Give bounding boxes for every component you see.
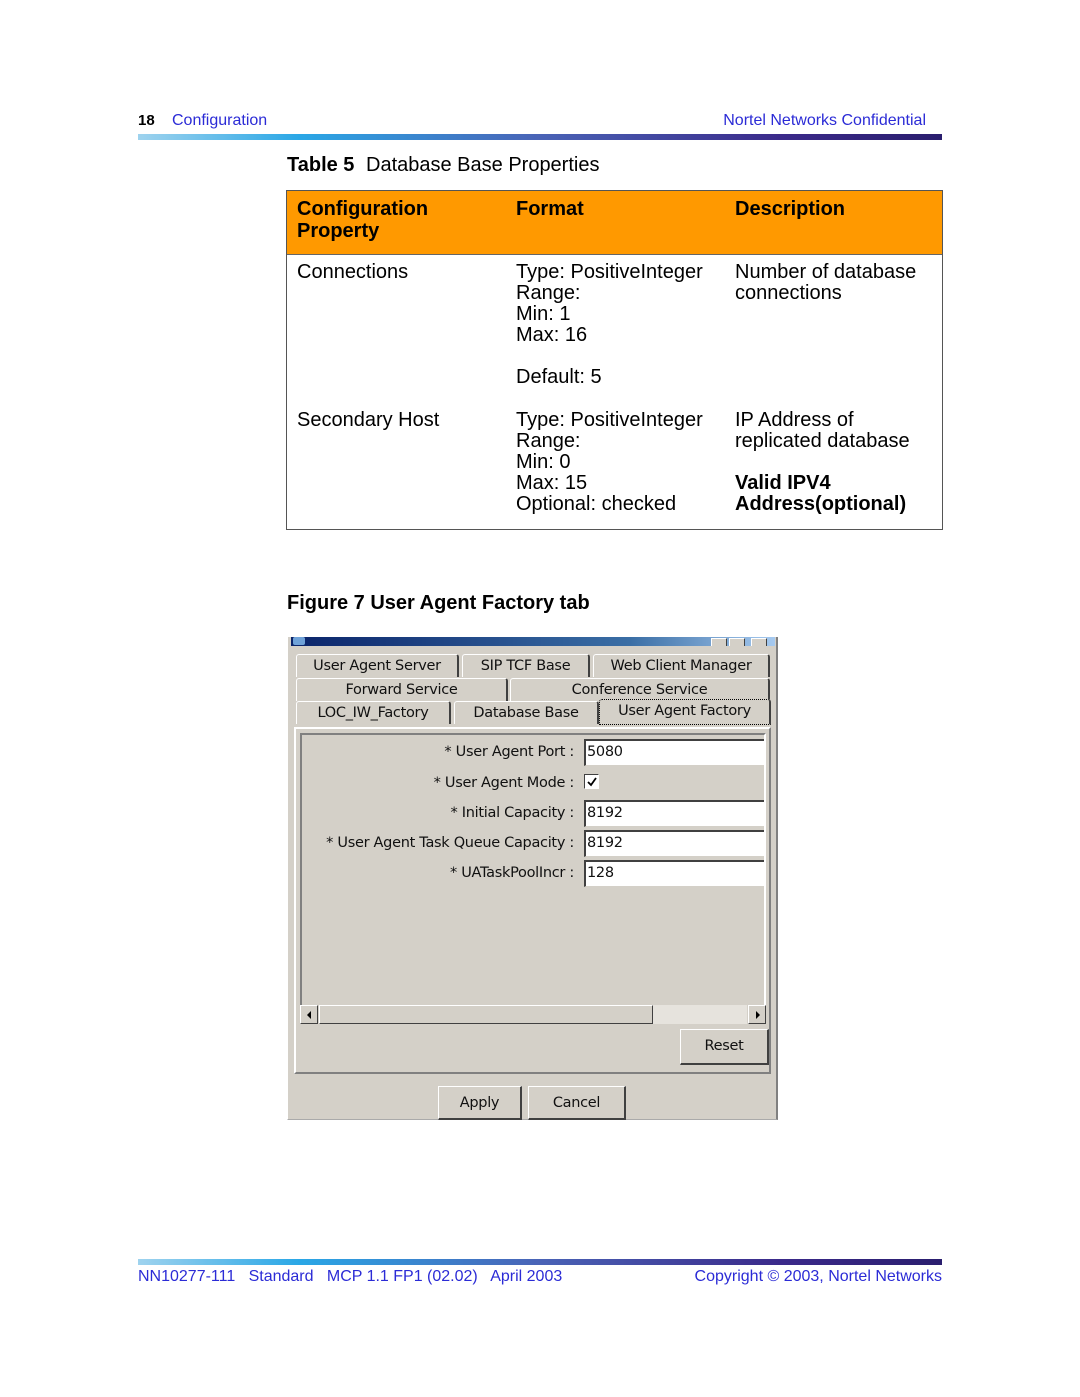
tab-user-agent-factory[interactable]: User Agent Factory — [599, 699, 771, 725]
tab-conference-service[interactable]: Conference Service — [510, 678, 770, 701]
horizontal-scrollbar[interactable] — [300, 1005, 766, 1025]
tab-forward-service[interactable]: Forward Service — [296, 678, 508, 701]
ua-task-pool-incr-input[interactable]: 128 — [584, 860, 764, 887]
format-spacer — [516, 346, 703, 367]
form-panel: * User Agent Port : 5080 * User Agent Mo… — [300, 733, 766, 1013]
table-header-row: Configuration Property Format Descriptio… — [287, 191, 942, 255]
format-line: Range: — [516, 430, 581, 452]
user-agent-mode-checkbox[interactable] — [584, 774, 599, 789]
table-cell-property: Connections — [297, 261, 409, 283]
scrollbar-track[interactable] — [653, 1005, 747, 1024]
tab-loc-iw-factory[interactable]: LOC_IW_Factory — [296, 701, 451, 724]
arrow-right-icon — [756, 1011, 760, 1019]
format-line: Type: PositiveInteger — [516, 261, 703, 283]
page-number: 18 — [138, 112, 155, 129]
table-cell-format: Type: PositiveInteger Range: Min: 1 Max:… — [516, 262, 703, 388]
page-header: 18 Configuration Nortel Networks Confide… — [138, 112, 942, 134]
tab-sip-tcf-base[interactable]: SIP TCF Base — [462, 654, 590, 677]
format-line: Max: 15 — [516, 472, 588, 494]
header-rule — [138, 134, 942, 140]
field-label: * UATaskPoolIncr : — [449, 865, 574, 881]
footer-rule — [138, 1259, 942, 1265]
tab-user-agent-server[interactable]: User Agent Server — [296, 654, 459, 677]
description-line: Number of database — [735, 261, 917, 283]
field-ua-task-pool-incr: * UATaskPoolIncr : 128 — [302, 860, 764, 888]
document-info: NN10277-111 Standard MCP 1.1 FP1 (02.02)… — [138, 1268, 563, 1285]
table-caption: Table 5 Database Base Properties — [287, 154, 599, 177]
window-titlebar — [291, 637, 775, 646]
description-line: IP Address of — [735, 409, 854, 431]
app-icon — [293, 637, 305, 645]
tab-database-base[interactable]: Database Base — [454, 701, 599, 724]
figure-caption: Figure 7 User Agent Factory tab — [287, 592, 590, 614]
initial-capacity-input[interactable]: 8192 — [584, 800, 764, 827]
table-caption-title: Database Base Properties — [366, 154, 600, 176]
description-bold-line: Valid IPV4 — [735, 472, 831, 494]
field-task-queue-capacity: * User Agent Task Queue Capacity : 8192 — [302, 830, 764, 858]
maximize-button[interactable] — [729, 638, 745, 646]
column-header-property: Configuration Property — [297, 198, 429, 242]
field-initial-capacity: * Initial Capacity : 8192 — [302, 800, 764, 828]
description-line: replicated database — [735, 430, 910, 452]
table-caption-label: Table 5 — [287, 154, 355, 176]
field-label: * User Agent Port : — [444, 744, 574, 760]
format-line: Max: 16 — [516, 324, 588, 346]
format-line: Optional: checked — [516, 493, 677, 515]
confidentiality-label: Nortel Networks Confidential — [723, 112, 926, 129]
scroll-left-button[interactable] — [300, 1005, 318, 1024]
field-user-agent-mode: * User Agent Mode : — [302, 770, 764, 798]
checkmark-icon — [587, 777, 597, 787]
field-label: * Initial Capacity : — [450, 805, 575, 821]
description-line: connections — [735, 282, 842, 304]
section-title: Configuration — [172, 112, 268, 129]
tab-panel: * User Agent Port : 5080 * User Agent Mo… — [294, 727, 771, 1074]
reset-button[interactable]: Reset — [680, 1029, 769, 1065]
table-cell-format: Type: PositiveInteger Range: Min: 0 Max:… — [516, 410, 703, 515]
copyright: Copyright © 2003, Nortel Networks — [694, 1268, 942, 1285]
description-bold-line: Address(optional) — [735, 493, 907, 515]
field-user-agent-port: * User Agent Port : 5080 — [302, 739, 764, 767]
column-header-description: Description — [735, 198, 846, 220]
format-line: Range: — [516, 282, 581, 304]
arrow-left-icon — [307, 1011, 311, 1019]
scrollbar-thumb[interactable] — [319, 1005, 653, 1024]
field-label: * User Agent Mode : — [433, 775, 575, 791]
tab-web-client-manager[interactable]: Web Client Manager — [593, 654, 770, 677]
scroll-right-button[interactable] — [748, 1005, 766, 1024]
database-base-properties-table: Configuration Property Format Descriptio… — [286, 190, 943, 530]
task-queue-capacity-input[interactable]: 8192 — [584, 830, 764, 857]
format-line: Type: PositiveInteger — [516, 409, 703, 431]
minimize-button[interactable] — [711, 638, 727, 646]
format-line: Min: 1 — [516, 303, 571, 325]
user-agent-factory-dialog: User Agent Server SIP TCF Base Web Clien… — [287, 637, 778, 1120]
format-line: Min: 0 — [516, 451, 571, 473]
apply-button[interactable]: Apply — [438, 1086, 522, 1120]
field-label: * User Agent Task Queue Capacity : — [326, 835, 574, 851]
table-cell-description: IP Address of replicated database Valid … — [735, 410, 910, 515]
close-button[interactable] — [751, 638, 767, 646]
format-line: Default: 5 — [516, 366, 602, 388]
column-header-format: Format — [516, 198, 584, 220]
user-agent-port-input[interactable]: 5080 — [584, 739, 764, 766]
cancel-button[interactable]: Cancel — [528, 1086, 626, 1120]
table-cell-property: Secondary Host — [297, 409, 440, 431]
table-cell-description: Number of database connections — [735, 262, 916, 304]
